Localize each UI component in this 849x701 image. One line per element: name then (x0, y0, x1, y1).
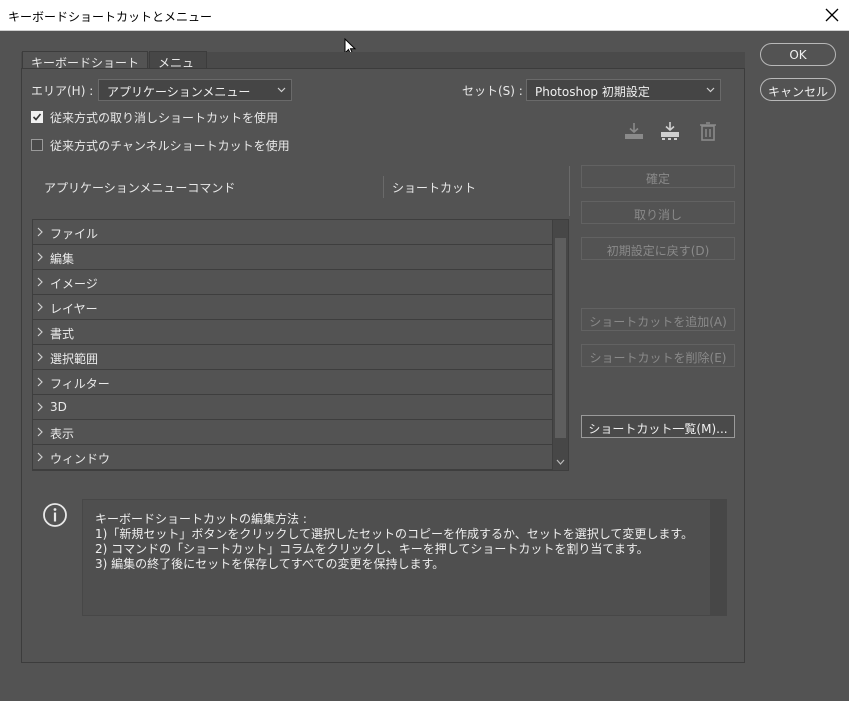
list-item-select[interactable]: 選択範囲 (33, 345, 552, 370)
chevron-right-icon[interactable] (37, 377, 43, 387)
add-shortcut-button[interactable]: ショートカットを追加(A) (581, 308, 735, 331)
list-item-label: 表示 (50, 427, 75, 441)
chevron-right-icon[interactable] (37, 402, 43, 412)
info-scrollbar[interactable] (710, 500, 726, 615)
info-text-box: キーボードショートカットの編集方法 : 1)「新規セット」ボタンをクリックして選… (82, 499, 727, 616)
chevron-down-icon (277, 87, 286, 93)
chevron-right-icon[interactable] (37, 427, 43, 437)
area-label: エリア(H) : (31, 84, 94, 98)
chevron-right-icon[interactable] (37, 302, 43, 312)
summarize-button[interactable]: ショートカット一覧(M)... (581, 415, 735, 438)
list-item-label: 書式 (50, 327, 75, 341)
legacy-undo-label: 従来方式の取り消しショートカットを使用 (50, 111, 279, 125)
area-select[interactable]: アプリケーションメニュー (98, 79, 292, 101)
area-select-value: アプリケーションメニュー (107, 85, 251, 99)
list-item-label: ウィンドウ (50, 452, 111, 466)
chevron-right-icon[interactable] (37, 452, 43, 462)
legacy-channel-checkbox[interactable] (31, 139, 43, 151)
list-item-label: レイヤー (50, 302, 98, 316)
trash-icon[interactable] (697, 121, 719, 141)
list-item-3d[interactable]: 3D (33, 395, 552, 420)
list-item-label: 選択範囲 (50, 352, 99, 366)
list-item-view[interactable]: 表示 (33, 420, 552, 445)
ok-button[interactable]: OK (760, 43, 836, 66)
list-item-filter[interactable]: フィルター (33, 370, 552, 395)
tab-menus[interactable]: メニュー (149, 51, 207, 87)
checkmark-icon (32, 113, 42, 121)
info-line: 3) 編集の終了後にセットを保存してすべての変更を保持します。 (95, 557, 445, 571)
close-icon[interactable] (821, 4, 843, 26)
table-header: アプリケーションメニューコマンド ショートカット (32, 170, 568, 202)
list-item-label: 3D (50, 400, 67, 414)
legacy-channel-label: 従来方式のチャンネルショートカットを使用 (50, 139, 290, 153)
command-list[interactable]: ファイル 編集 イメージ レイヤー 書式 選択範囲 フィルター 3D 表示 ウィ… (32, 219, 569, 471)
list-item-window[interactable]: ウィンドウ (33, 445, 552, 470)
list-item-label: イメージ (50, 277, 98, 291)
window-title: キーボードショートカットとメニュー (8, 10, 213, 24)
set-select-value: Photoshop 初期設定 (535, 85, 650, 99)
chevron-right-icon[interactable] (37, 327, 43, 337)
save-set-icon[interactable] (623, 121, 645, 141)
chevron-right-icon[interactable] (37, 252, 43, 262)
delete-shortcut-button[interactable]: ショートカットを削除(E) (581, 344, 735, 367)
cancel-button[interactable]: キャンセル (760, 78, 836, 101)
accept-button[interactable]: 確定 (581, 165, 735, 188)
column-header-shortcut[interactable]: ショートカット (392, 179, 476, 196)
list-item-type[interactable]: 書式 (33, 320, 552, 345)
use-default-button[interactable]: 初期設定に戻す(D) (581, 237, 735, 260)
new-set-icon[interactable] (659, 121, 681, 141)
chevron-right-icon[interactable] (37, 277, 43, 287)
list-scrollbar[interactable] (552, 220, 568, 470)
list-item-label: 編集 (50, 252, 75, 266)
scroll-thumb[interactable] (555, 238, 566, 438)
set-select[interactable]: Photoshop 初期設定 (526, 79, 721, 101)
title-bar: キーボードショートカットとメニュー (0, 0, 849, 31)
list-item-edit[interactable]: 編集 (33, 245, 552, 270)
column-header-command[interactable]: アプリケーションメニューコマンド (44, 179, 235, 196)
column-divider (383, 176, 384, 198)
undo-button[interactable]: 取り消し (581, 201, 735, 224)
column-divider (569, 166, 570, 216)
list-item-label: ファイル (50, 227, 99, 241)
chevron-right-icon[interactable] (37, 227, 43, 237)
list-item-layer[interactable]: レイヤー (33, 295, 552, 320)
set-label: セット(S) : (462, 84, 523, 98)
list-item-file[interactable]: ファイル (33, 220, 552, 245)
chevron-right-icon[interactable] (37, 352, 43, 362)
chevron-down-icon[interactable] (556, 459, 565, 466)
list-item-image[interactable]: イメージ (33, 270, 552, 295)
chevron-down-icon (706, 87, 715, 93)
tab-keyboard-shortcuts[interactable]: キーボードショートカット (22, 51, 148, 87)
list-item-label: フィルター (50, 377, 110, 391)
legacy-undo-checkbox[interactable] (31, 111, 43, 123)
info-icon (43, 503, 67, 527)
